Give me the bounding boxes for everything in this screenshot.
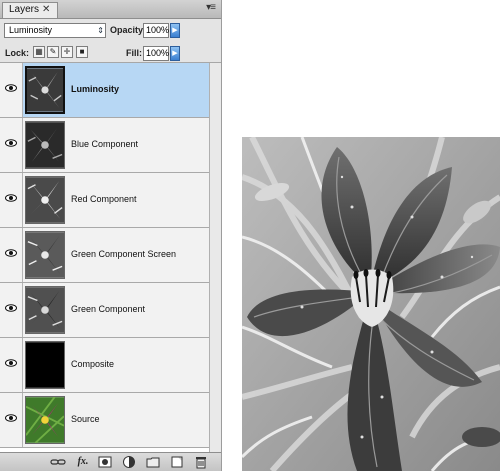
lock-row: Lock: ▦ ✎ ✛ ■ Fill: 100% ▶: [0, 42, 221, 63]
visibility-toggle[interactable]: [0, 393, 23, 447]
layer-row-composite[interactable]: Composite: [0, 338, 209, 393]
fill-slider-button[interactable]: ▶: [170, 46, 180, 61]
eye-icon: [5, 249, 17, 257]
layer-name: Luminosity: [71, 84, 120, 94]
visibility-toggle[interactable]: [0, 173, 23, 227]
panel-bottom-bar: fx.: [0, 452, 221, 471]
layer-thumbnail: [25, 286, 65, 334]
layer-row-green-component[interactable]: Green Component: [0, 283, 209, 338]
opacity-label: Opacity:: [110, 25, 147, 35]
layer-thumbnail: [25, 176, 65, 224]
panel-menu-icon[interactable]: ▾≡: [206, 2, 216, 13]
lock-transparent-pixels-icon[interactable]: ▦: [33, 46, 45, 58]
panel-tab-bar: Layers ✕ ▾≡: [0, 0, 221, 19]
visibility-toggle[interactable]: [0, 118, 23, 172]
layer-thumbnail: [25, 66, 65, 114]
chevron-updown-icon: ⇕: [97, 26, 104, 35]
opacity-field[interactable]: 100%: [143, 23, 169, 38]
blend-mode-select[interactable]: Luminosity ⇕: [4, 23, 106, 38]
trash-icon[interactable]: [194, 455, 208, 469]
layer-name: Red Component: [71, 194, 137, 204]
visibility-toggle[interactable]: [0, 338, 23, 392]
fill-label: Fill:: [126, 48, 142, 58]
layer-name: Blue Component: [71, 139, 139, 149]
visibility-toggle[interactable]: [0, 283, 23, 337]
add-mask-icon[interactable]: [98, 455, 112, 469]
tab-layers[interactable]: Layers ✕: [2, 2, 58, 18]
eye-icon: [5, 84, 17, 92]
new-group-icon[interactable]: [146, 455, 160, 469]
layer-row-red-component[interactable]: Red Component: [0, 173, 209, 228]
eye-icon: [5, 139, 17, 147]
visibility-toggle[interactable]: [0, 228, 23, 282]
eye-icon: [5, 194, 17, 202]
lock-image-pixels-icon[interactable]: ✎: [47, 46, 59, 58]
blend-row: Luminosity ⇕ Opacity: 100% ▶: [0, 19, 221, 41]
new-layer-icon[interactable]: [170, 455, 184, 469]
layer-name: Composite: [71, 359, 115, 369]
layer-name: Green Component Screen: [71, 249, 177, 259]
tab-label: Layers: [9, 4, 40, 15]
blend-mode-value: Luminosity: [9, 25, 53, 35]
layer-name: Source: [71, 414, 100, 424]
eye-icon: [5, 414, 17, 422]
layers-panel: Layers ✕ ▾≡ Luminosity ⇕ Opacity: 100% ▶…: [0, 0, 222, 471]
layer-row-blue-component[interactable]: Blue Component: [0, 118, 209, 173]
eye-icon: [5, 304, 17, 312]
layer-row-luminosity[interactable]: Luminosity: [0, 63, 209, 118]
eye-icon: [5, 359, 17, 367]
close-icon[interactable]: ✕: [42, 3, 50, 17]
lock-position-icon[interactable]: ✛: [61, 46, 73, 58]
layer-thumbnail: [25, 341, 65, 389]
lock-label: Lock:: [5, 48, 30, 58]
flower-photo: [242, 137, 500, 471]
lock-all-icon[interactable]: ■: [76, 46, 88, 58]
adjustment-layer-icon[interactable]: [122, 455, 136, 469]
link-layers-icon[interactable]: [50, 455, 66, 469]
fx-icon[interactable]: fx.: [74, 455, 92, 469]
layer-thumbnail: [25, 231, 65, 279]
layer-row-green-component-screen[interactable]: Green Component Screen: [0, 228, 209, 283]
layer-thumbnail: [25, 121, 65, 169]
opacity-slider-button[interactable]: ▶: [170, 23, 180, 38]
layer-thumbnail: [25, 396, 65, 444]
fill-field[interactable]: 100%: [143, 46, 169, 61]
layer-name: Green Component: [71, 304, 146, 314]
layers-list: Luminosity Blue Component Red Component …: [0, 63, 209, 452]
layers-scrollbar[interactable]: [209, 63, 221, 452]
layer-row-source[interactable]: Source: [0, 393, 209, 448]
visibility-toggle[interactable]: [0, 63, 23, 117]
